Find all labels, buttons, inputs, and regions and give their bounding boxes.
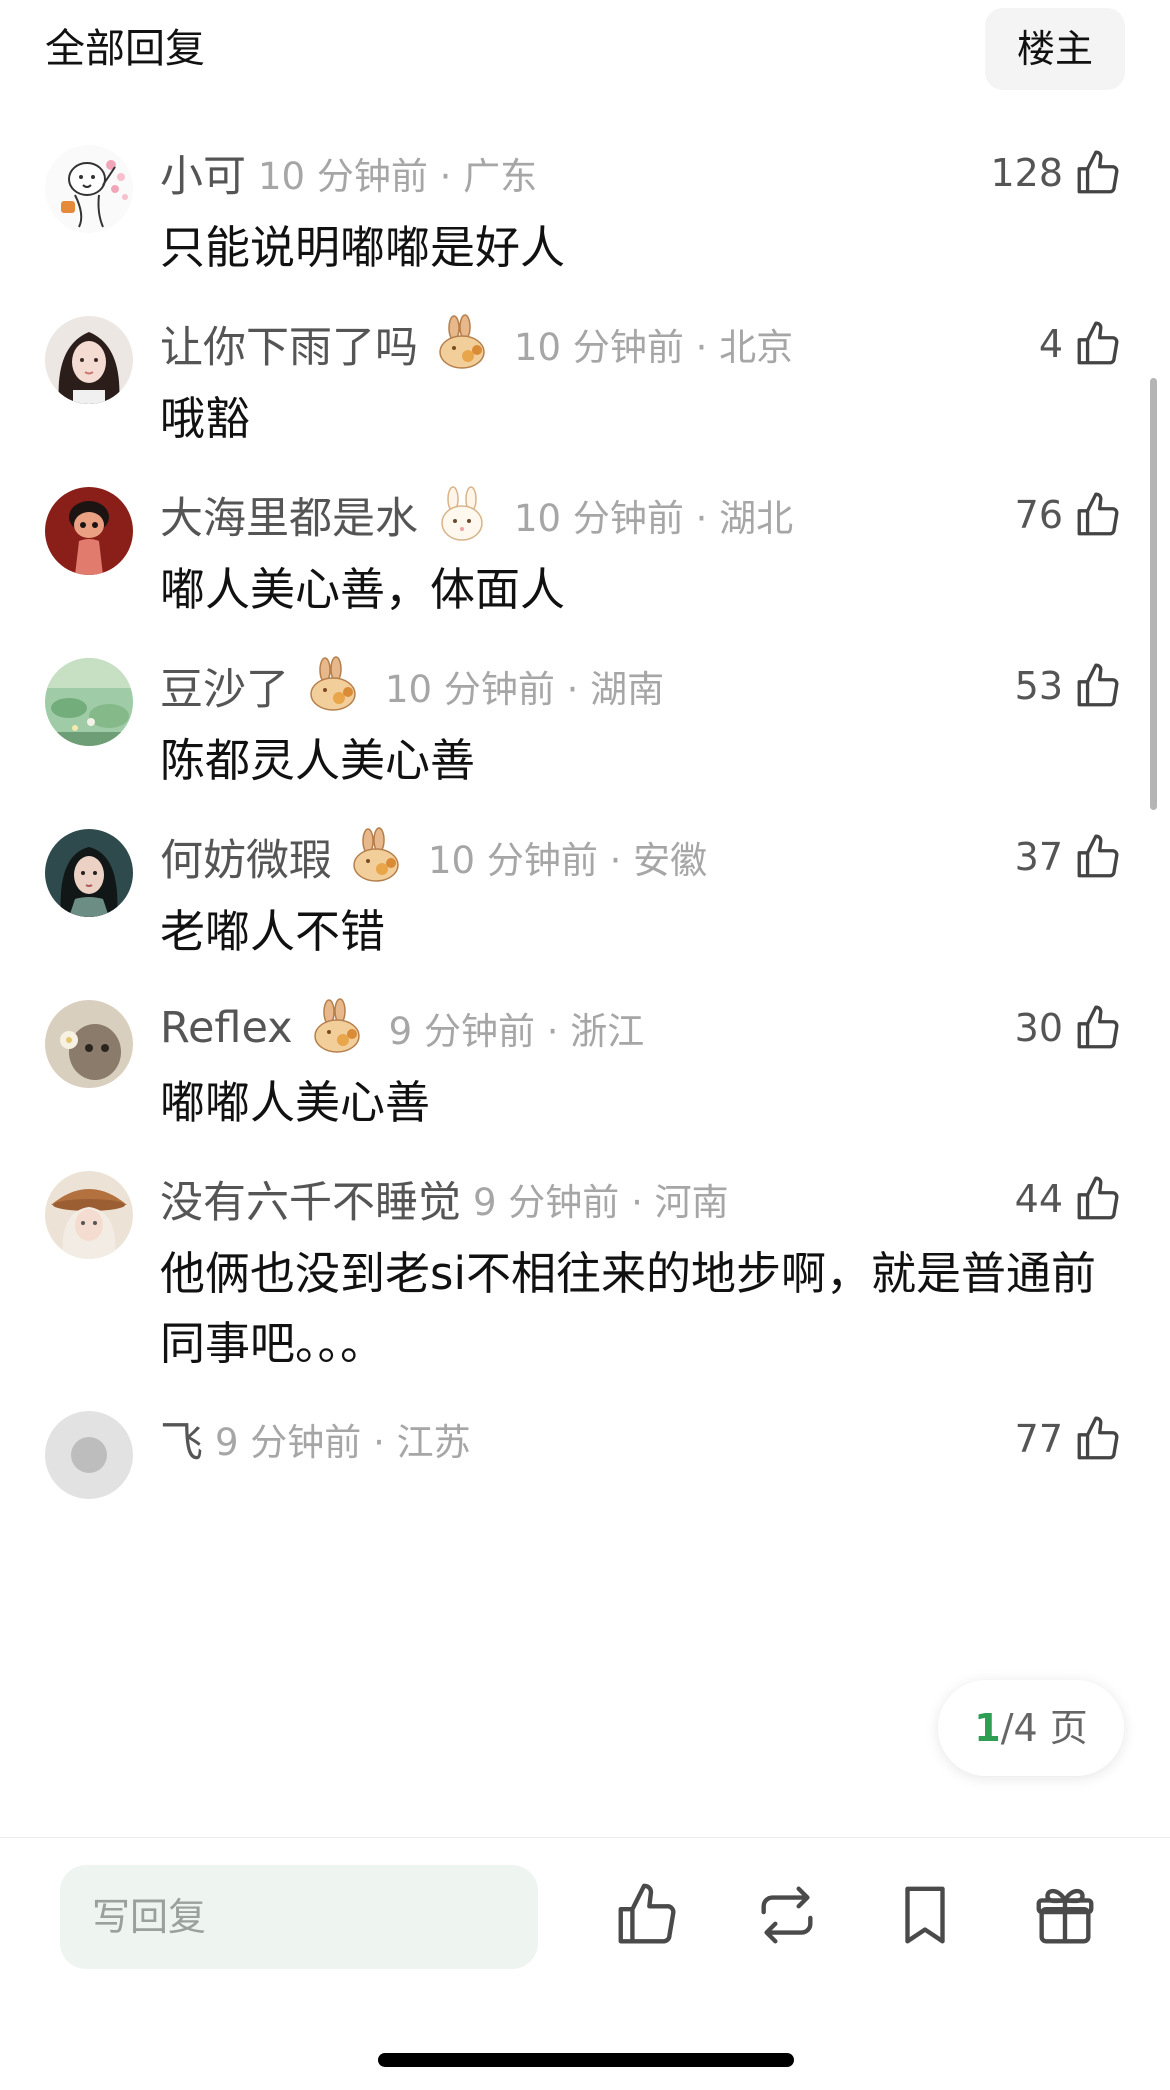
like-count: 44 [1014, 1177, 1063, 1221]
like-count: 4 [1038, 322, 1063, 366]
home-indicator[interactable] [378, 2053, 794, 2067]
bookmark-icon[interactable] [890, 1880, 960, 1950]
username[interactable]: 豆沙了 [160, 655, 289, 717]
comment-timestamp: 10 分钟前 · 安徽 [428, 839, 708, 882]
comment-timestamp: 9 分钟前 · 浙江 [388, 1010, 645, 1053]
username[interactable]: 没有六千不睡觉 [160, 1168, 461, 1230]
thumb-up-icon [1077, 1176, 1119, 1220]
username[interactable]: 大海里都是水 [160, 484, 418, 546]
username[interactable]: 飞 [160, 1408, 203, 1470]
comment-text: 他俩也没到老si不相往来的地步啊，就是普通前同事吧。。。 [160, 1247, 1096, 1370]
like-button[interactable]: 4 [1039, 314, 1123, 374]
reply-placeholder: 写回复 [92, 1895, 207, 1939]
avatar[interactable] [45, 829, 133, 917]
like-count: 37 [1014, 835, 1063, 879]
comment-text: 老嘟人不错 [160, 905, 386, 958]
username[interactable]: 让你下雨了吗 [160, 313, 418, 375]
thumb-up-icon [1077, 321, 1119, 365]
username[interactable]: Reflex [160, 1003, 293, 1053]
thumb-up-icon [1077, 834, 1119, 878]
page-indicator[interactable]: 1/4 页 [938, 1680, 1124, 1776]
rabbit-badge-icon [353, 827, 399, 882]
like-button[interactable]: 37 [1015, 827, 1123, 887]
scrollbar[interactable] [1150, 378, 1157, 810]
like-count: 53 [1014, 664, 1063, 708]
thumb-up-icon[interactable] [612, 1880, 682, 1950]
reply-header: 全部回复 楼主 [0, 0, 1170, 110]
username[interactable]: 小可 [160, 142, 246, 204]
reply-bar: 写回复 [0, 1837, 1170, 2090]
comment-text: 嘟嘟人美心善 [160, 1076, 431, 1129]
comment-timestamp: 10 分钟前 · 北京 [514, 326, 794, 369]
thumb-up-icon [1077, 1005, 1119, 1049]
avatar[interactable] [45, 658, 133, 746]
thumb-up-icon [1077, 150, 1119, 194]
comment-timestamp: 10 分钟前 · 湖南 [385, 668, 665, 711]
like-count: 77 [1014, 1417, 1063, 1461]
page-title: 全部回复 [45, 26, 205, 72]
rabbit-badge-icon [441, 486, 483, 541]
comment-text: 只能说明嘟嘟是好人 [160, 221, 566, 274]
username[interactable]: 何妨微瑕 [160, 826, 332, 888]
thumb-up-icon [1077, 663, 1119, 707]
comment-text: 嘟人美心善，体面人 [160, 563, 566, 616]
repost-icon[interactable] [752, 1880, 822, 1950]
avatar[interactable] [45, 145, 133, 233]
comment-timestamp: 9 分钟前 · 河南 [473, 1181, 729, 1224]
comment-text: 陈都灵人美心善 [160, 734, 476, 787]
avatar[interactable] [45, 1000, 133, 1088]
like-count: 30 [1014, 1006, 1063, 1050]
rabbit-badge-icon [313, 998, 360, 1053]
avatar[interactable] [45, 316, 133, 404]
like-button[interactable]: 77 [1015, 1409, 1123, 1469]
rabbit-badge-icon [310, 656, 356, 711]
thumb-up-icon [1077, 1416, 1119, 1460]
comment-text: 哦豁 [160, 392, 251, 445]
like-button[interactable]: 76 [1015, 485, 1123, 545]
gift-icon[interactable] [1030, 1880, 1100, 1950]
avatar[interactable] [45, 487, 133, 575]
avatar[interactable] [45, 1411, 133, 1499]
comment-timestamp: 10 分钟前 · 广东 [258, 155, 538, 198]
avatar[interactable] [45, 1171, 133, 1259]
like-button[interactable]: 53 [1015, 656, 1123, 716]
rabbit-badge-icon [439, 314, 485, 369]
comment-list[interactable]: 小可 10 分钟前 · 广东 128 只能说明嘟嘟是好人 让你下雨了吗 10 分… [0, 115, 1170, 1837]
like-count: 128 [990, 151, 1063, 195]
owner-only-button[interactable]: 楼主 [985, 8, 1125, 90]
comment-timestamp: 9 分钟前 · 江苏 [215, 1421, 471, 1464]
reply-input[interactable]: 写回复 [60, 1865, 538, 1969]
like-button[interactable]: 44 [1015, 1169, 1123, 1229]
current-page: 1 [974, 1706, 1001, 1750]
like-button[interactable]: 30 [1015, 998, 1123, 1058]
like-count: 76 [1014, 493, 1063, 537]
like-button[interactable]: 128 [990, 143, 1123, 203]
total-pages: /4 页 [1000, 1706, 1088, 1750]
thumb-up-icon [1077, 492, 1119, 536]
comment-timestamp: 10 分钟前 · 湖北 [514, 497, 794, 540]
